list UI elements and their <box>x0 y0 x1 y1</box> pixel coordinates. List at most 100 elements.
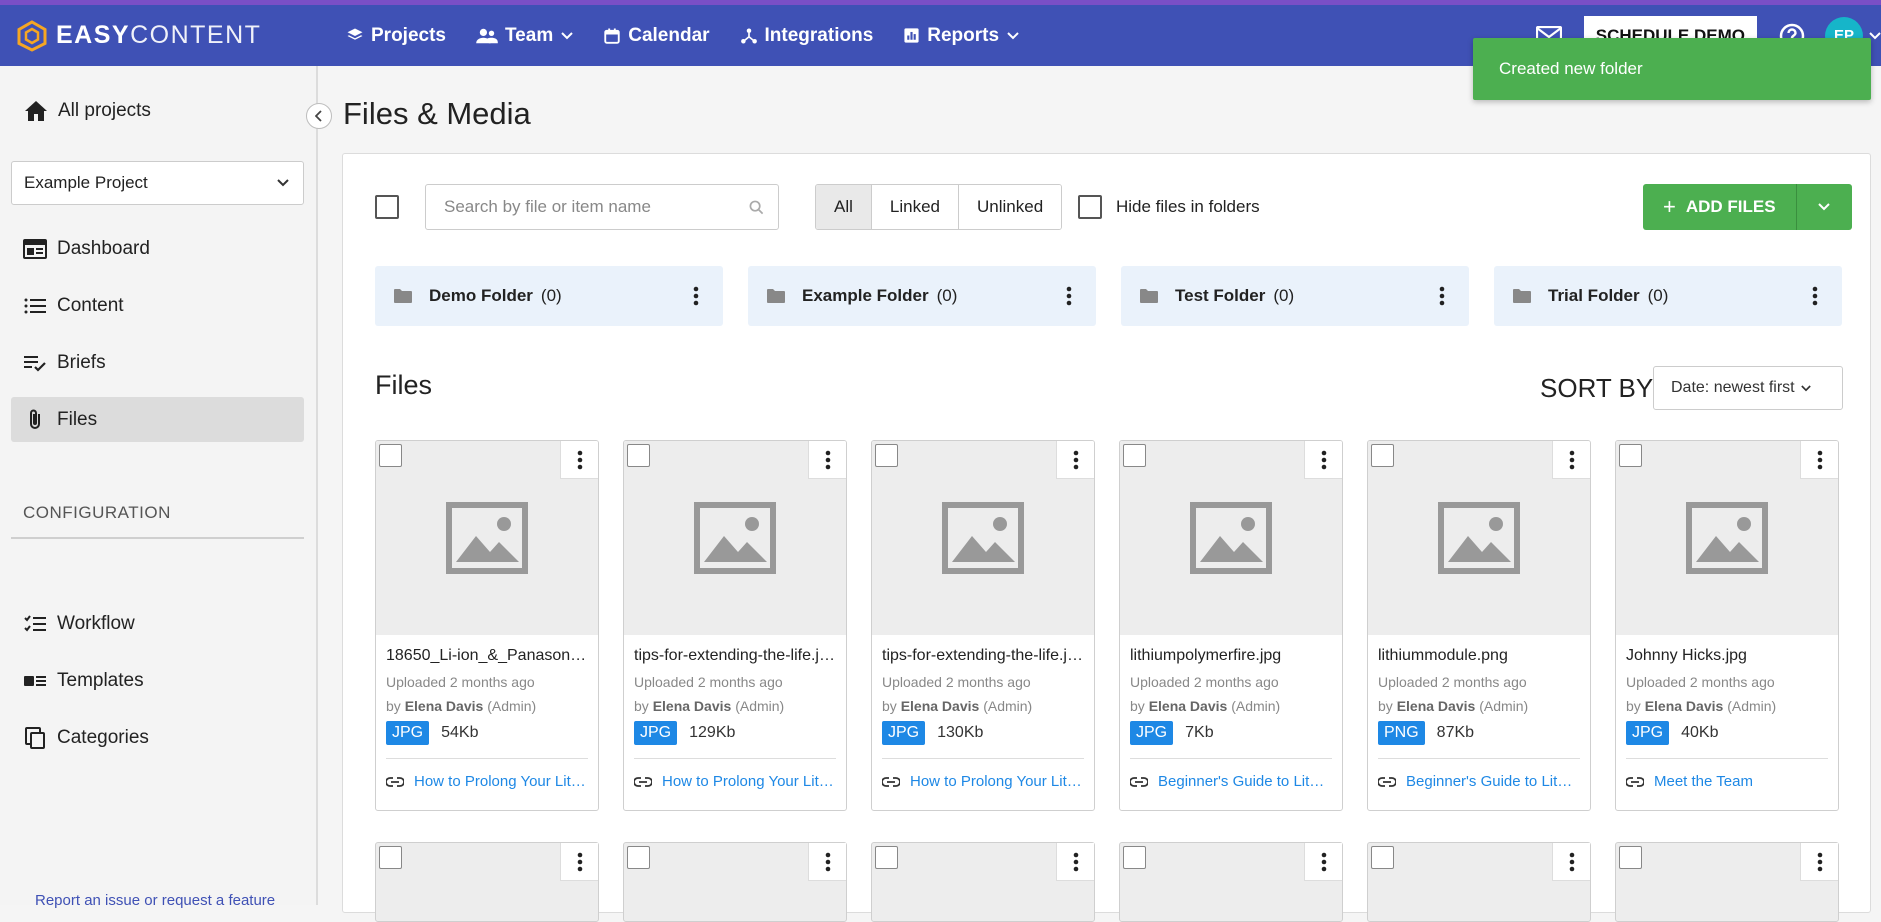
file-menu-button[interactable] <box>1056 843 1094 881</box>
toast-notification[interactable]: Created new folder <box>1473 38 1871 100</box>
file-thumbnail[interactable] <box>872 441 1094 635</box>
sidebar-item-briefs[interactable]: Briefs <box>11 340 304 385</box>
linked-item[interactable]: Beginner's Guide to Lithium Batteries <box>1120 759 1342 790</box>
file-thumbnail[interactable] <box>1616 441 1838 635</box>
linked-item-title[interactable]: Meet the Team <box>1654 773 1753 790</box>
filter-unlinked[interactable]: Unlinked <box>959 185 1062 229</box>
file-menu-button[interactable] <box>1800 843 1838 881</box>
file-menu-button[interactable] <box>1552 843 1590 881</box>
file-card[interactable] <box>1615 842 1839 922</box>
more-vert-icon[interactable] <box>693 286 699 306</box>
more-vert-icon[interactable] <box>1066 286 1072 306</box>
sidebar-item-templates[interactable]: Templates <box>11 658 304 703</box>
linked-item-title[interactable]: Beginner's Guide to Lithium Batteries <box>1158 773 1332 790</box>
file-menu-button[interactable] <box>1304 441 1342 479</box>
linked-item-title[interactable]: How to Prolong Your Lithium Battery Life <box>414 773 588 790</box>
file-checkbox[interactable] <box>875 444 898 467</box>
dashboard-icon <box>23 238 47 259</box>
file-checkbox[interactable] <box>1123 444 1146 467</box>
file-name[interactable]: lithiumpolymerfire.jpg <box>1130 647 1332 665</box>
nav-integrations[interactable]: Integrations <box>740 25 873 47</box>
linked-item-title[interactable]: How to Prolong Your Lithium Battery Life <box>910 773 1084 790</box>
add-files-button[interactable]: + ADD FILES <box>1643 184 1796 230</box>
file-card[interactable] <box>375 842 599 922</box>
file-name[interactable]: tips-for-extending-the-life.jpg <box>882 647 1084 665</box>
file-card[interactable]: lithiummodule.png Uploaded 2 months ago … <box>1367 440 1591 811</box>
filter-all[interactable]: All <box>816 185 872 229</box>
add-files-dropdown[interactable] <box>1795 184 1852 230</box>
file-thumbnail[interactable] <box>1368 441 1590 635</box>
file-checkbox[interactable] <box>1619 846 1642 869</box>
project-select[interactable]: Example Project <box>11 161 304 205</box>
file-menu-button[interactable] <box>1056 441 1094 479</box>
files-panel: Search by file or item name All Linked U… <box>342 153 1871 922</box>
logo[interactable]: EASYCONTENT <box>16 19 316 52</box>
file-checkbox[interactable] <box>627 444 650 467</box>
more-vert-icon[interactable] <box>1812 286 1818 306</box>
linked-item-title[interactable]: Beginner's Guide to Lithium Batteries <box>1406 773 1580 790</box>
file-card[interactable] <box>623 842 847 922</box>
file-checkbox[interactable] <box>1619 444 1642 467</box>
hide-files-checkbox[interactable] <box>1078 195 1102 219</box>
sidebar-item-dashboard[interactable]: Dashboard <box>11 226 304 271</box>
folder-item[interactable]: Demo Folder (0) <box>375 266 723 326</box>
file-card[interactable] <box>1367 842 1591 922</box>
file-menu-button[interactable] <box>1552 441 1590 479</box>
file-card[interactable]: 18650_Li-ion_&_Panasonic.jpg Uploaded 2 … <box>375 440 599 811</box>
sidebar-item-workflow[interactable]: Workflow <box>11 601 304 646</box>
file-name[interactable]: tips-for-extending-the-life.jpg <box>634 647 836 665</box>
file-menu-button[interactable] <box>808 441 846 479</box>
hide-files-in-folders[interactable]: Hide files in folders <box>1078 195 1260 219</box>
folder-item[interactable]: Trial Folder (0) <box>1494 266 1842 326</box>
nav-reports[interactable]: Reports <box>903 25 1019 47</box>
file-card[interactable] <box>1119 842 1343 922</box>
collapse-sidebar-button[interactable] <box>306 103 332 129</box>
file-checkbox[interactable] <box>1123 846 1146 869</box>
filter-linked[interactable]: Linked <box>871 185 960 229</box>
nav-projects[interactable]: Projects <box>346 25 446 47</box>
file-card[interactable]: tips-for-extending-the-life.jpg Uploaded… <box>623 440 847 811</box>
file-checkbox[interactable] <box>627 846 650 869</box>
file-thumbnail[interactable] <box>624 441 846 635</box>
folder-item[interactable]: Test Folder (0) <box>1121 266 1469 326</box>
file-checkbox[interactable] <box>1371 846 1394 869</box>
file-menu-button[interactable] <box>1800 441 1838 479</box>
file-name[interactable]: 18650_Li-ion_&_Panasonic.jpg <box>386 647 588 665</box>
chevron-down-icon <box>561 31 573 39</box>
sidebar-item-categories[interactable]: Categories <box>11 715 304 760</box>
select-all-checkbox[interactable] <box>375 195 399 219</box>
file-checkbox[interactable] <box>379 444 402 467</box>
file-thumbnail[interactable] <box>376 441 598 635</box>
linked-item-title[interactable]: How to Prolong Your Lithium Battery Life <box>662 773 836 790</box>
folder-item[interactable]: Example Folder (0) <box>748 266 1096 326</box>
file-menu-button[interactable] <box>808 843 846 881</box>
file-thumbnail[interactable] <box>1120 441 1342 635</box>
file-name[interactable]: lithiummodule.png <box>1378 647 1580 665</box>
linked-item[interactable]: Beginner's Guide to Lithium Batteries <box>1368 759 1590 790</box>
all-projects-link[interactable]: All projects <box>24 100 151 122</box>
linked-item[interactable]: How to Prolong Your Lithium Battery Life <box>376 759 598 790</box>
linked-item[interactable]: Meet the Team <box>1616 759 1838 790</box>
linked-item[interactable]: How to Prolong Your Lithium Battery Life <box>624 759 846 790</box>
sidebar-item-files[interactable]: Files <box>11 397 304 442</box>
file-card[interactable] <box>871 842 1095 922</box>
file-checkbox[interactable] <box>1371 444 1394 467</box>
file-card[interactable]: lithiumpolymerfire.jpg Uploaded 2 months… <box>1119 440 1343 811</box>
more-vert-icon[interactable] <box>1439 286 1445 306</box>
file-menu-button[interactable] <box>560 843 598 881</box>
link-icon <box>634 776 652 787</box>
sort-select[interactable]: Date: newest first <box>1653 366 1843 410</box>
file-menu-button[interactable] <box>1304 843 1342 881</box>
sidebar-item-content[interactable]: Content <box>11 283 304 328</box>
file-checkbox[interactable] <box>379 846 402 869</box>
file-card[interactable]: tips-for-extending-the-life.jpg Uploaded… <box>871 440 1095 811</box>
nav-team[interactable]: Team <box>476 25 573 47</box>
file-menu-button[interactable] <box>560 441 598 479</box>
report-issue-link[interactable]: Report an issue or request a feature <box>35 892 275 909</box>
linked-item[interactable]: How to Prolong Your Lithium Battery Life <box>872 759 1094 790</box>
search-input[interactable]: Search by file or item name <box>425 184 779 230</box>
file-checkbox[interactable] <box>875 846 898 869</box>
file-name[interactable]: Johnny Hicks.jpg <box>1626 647 1828 665</box>
file-card[interactable]: Johnny Hicks.jpg Uploaded 2 months ago b… <box>1615 440 1839 811</box>
nav-calendar[interactable]: Calendar <box>603 25 710 47</box>
